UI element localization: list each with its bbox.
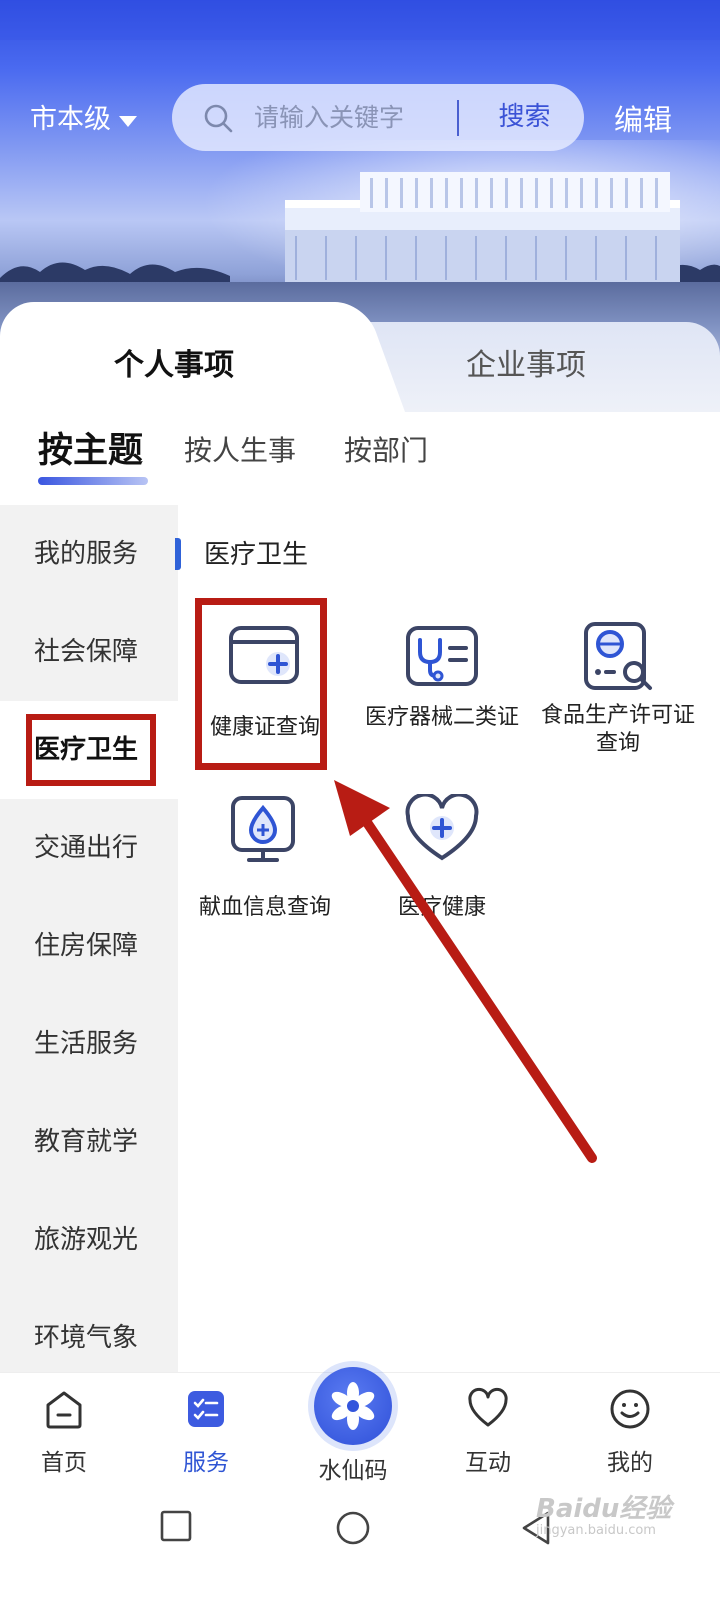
watermark-brand: Baidu经验 (536, 1494, 672, 1524)
subtab-by-department[interactable]: 按部门 (344, 428, 428, 474)
subtab-underline (38, 477, 148, 485)
smiley-icon (610, 1389, 650, 1429)
search-bar[interactable]: 请输入关键字 搜索 (172, 84, 584, 151)
city-selector[interactable]: 市本级 (30, 100, 137, 140)
matter-tabs: 个人事项 企业事项 (0, 302, 720, 412)
service-list-icon (188, 1391, 224, 1427)
edit-button[interactable]: 编辑 (614, 100, 672, 140)
highlight-box-service (195, 598, 327, 770)
service-label: 医疗器械二类证 (364, 705, 519, 730)
heart-icon (468, 1387, 508, 1427)
service-medical-health[interactable]: 医疗健康 (362, 794, 522, 922)
dropdown-triangle-icon (119, 115, 137, 127)
service-label: 献血信息查询 (198, 895, 331, 920)
nav-mine[interactable]: 我的 (570, 1387, 690, 1477)
nav-service-label: 服务 (183, 1450, 229, 1476)
subtab-by-theme[interactable]: 按主题 (38, 428, 143, 474)
baidu-watermark: Baidu经验 jingyan.baidu.com (536, 1488, 671, 1538)
sidebar-item-social-security[interactable]: 社会保障 (0, 603, 178, 701)
nav-mine-label: 我的 (607, 1450, 653, 1476)
nav-interact[interactable]: 互动 (428, 1387, 548, 1477)
category-sidebar: 我的服务 社会保障 医疗卫生 交通出行 住房保障 生活服务 教育就学 旅游观光 … (0, 505, 178, 1372)
tab-personal[interactable]: 个人事项 (114, 340, 234, 384)
sidebar-item-transport[interactable]: 交通出行 (0, 799, 178, 897)
city-label: 市本级 (30, 104, 111, 135)
service-label: 食品生产许可证查询 (540, 703, 695, 756)
status-bar (0, 0, 720, 40)
section-marker (175, 538, 181, 570)
search-divider (457, 100, 459, 136)
bottom-nav: 首页 服务 水仙码 互动 我的 (0, 1367, 720, 1493)
sidebar-item-life-services[interactable]: 生活服务 (0, 995, 178, 1093)
nav-center-label[interactable]: 水仙码 (293, 1451, 413, 1485)
sidebar-item-my-services[interactable]: 我的服务 (0, 505, 178, 603)
building-illustration (285, 172, 680, 284)
search-button[interactable]: 搜索 (477, 84, 572, 151)
home-circle-icon[interactable] (335, 1510, 371, 1546)
nav-service[interactable]: 服务 (146, 1387, 266, 1477)
blood-donation-icon (231, 796, 295, 862)
tab-enterprise[interactable]: 企业事项 (466, 340, 586, 384)
service-food-license[interactable]: 食品生产许可证查询 (538, 620, 698, 758)
recent-apps-icon[interactable] (160, 1510, 192, 1542)
nav-home[interactable]: 首页 (4, 1387, 124, 1477)
service-label: 医疗健康 (397, 895, 486, 920)
search-input[interactable]: 请输入关键字 (254, 84, 404, 151)
heart-plus-icon (405, 794, 479, 861)
highlight-box-sidebar (26, 714, 156, 786)
narcissus-flower-icon (331, 1382, 375, 1430)
subtab-by-life-event[interactable]: 按人生事 (184, 428, 296, 474)
medical-device-icon (406, 626, 478, 686)
nav-interact-label: 互动 (465, 1450, 511, 1476)
service-blood-donation[interactable]: 献血信息查询 (185, 794, 345, 922)
sidebar-item-housing[interactable]: 住房保障 (0, 897, 178, 995)
sidebar-item-education[interactable]: 教育就学 (0, 1093, 178, 1191)
food-license-icon (584, 622, 652, 690)
sidebar-item-tourism[interactable]: 旅游观光 (0, 1191, 178, 1289)
watermark-domain: jingyan.baidu.com (536, 1523, 656, 1538)
home-icon (46, 1391, 82, 1429)
nav-home-label: 首页 (41, 1450, 87, 1476)
narcissus-code-button[interactable] (314, 1367, 392, 1445)
service-medical-device[interactable]: 医疗器械二类证 (362, 622, 522, 732)
search-icon (204, 104, 233, 133)
section-title: 医疗卫生 (204, 540, 309, 570)
